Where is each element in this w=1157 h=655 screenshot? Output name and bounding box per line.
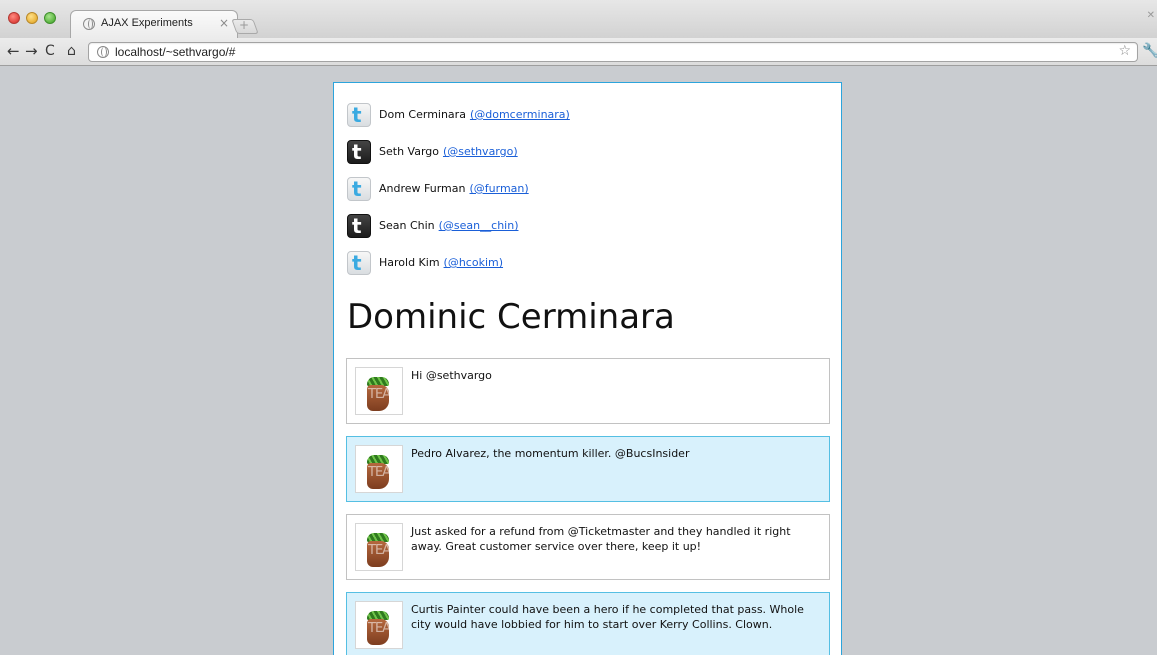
person-item: t Harold Kim (@hcokim): [347, 244, 570, 281]
tweet-text: Curtis Painter could have been a hero if…: [411, 603, 804, 631]
globe-icon: [83, 18, 95, 30]
forward-arrow-icon[interactable]: →: [25, 43, 38, 59]
fullscreen-icon[interactable]: ✕: [1147, 10, 1155, 21]
person-item: t Dom Cerminara (@domcerminara): [347, 96, 570, 133]
tweet-card: TEA Just asked for a refund from @Ticket…: [346, 514, 830, 580]
twitter-icon[interactable]: t: [347, 250, 371, 275]
avatar[interactable]: TEA: [355, 445, 403, 493]
people-list: t Dom Cerminara (@domcerminara) t Seth V…: [347, 96, 570, 281]
maximize-window-button[interactable]: [44, 12, 56, 24]
twitter-icon[interactable]: t: [347, 102, 371, 127]
person-name: Seth Vargo: [379, 145, 439, 158]
new-tab-plus-icon[interactable]: +: [239, 18, 249, 32]
tweet-card: TEA Curtis Painter could have been a her…: [346, 592, 830, 655]
close-window-button[interactable]: [8, 12, 20, 24]
person-name: Sean Chin: [379, 219, 435, 232]
person-item: t Sean Chin (@sean__chin): [347, 207, 570, 244]
avatar[interactable]: TEA: [355, 601, 403, 649]
twitter-icon[interactable]: t: [347, 176, 371, 201]
person-item: t Seth Vargo (@sethvargo): [347, 133, 570, 170]
page-container: t Dom Cerminara (@domcerminara) t Seth V…: [333, 82, 842, 655]
twitter-icon[interactable]: t: [347, 139, 371, 164]
person-name: Harold Kim: [379, 256, 440, 269]
profile-title: Dominic Cerminara: [347, 297, 675, 337]
person-name: Dom Cerminara: [379, 108, 466, 121]
bookmark-star-icon[interactable]: ☆: [1118, 43, 1131, 59]
browser-toolbar: ← → C ⌂ localhost/~sethvargo/# ☆: [0, 38, 1157, 66]
twitter-icon[interactable]: t: [347, 213, 371, 238]
reload-icon[interactable]: C: [45, 43, 55, 59]
tab-bar: AJAX Experiments × + ✕: [0, 0, 1157, 38]
back-arrow-icon[interactable]: ←: [7, 43, 20, 59]
person-name: Andrew Furman: [379, 182, 466, 195]
tab-title: AJAX Experiments: [101, 17, 193, 29]
person-handle-link[interactable]: (@sethvargo): [443, 145, 518, 158]
tweet-card: TEA Hi @sethvargo: [346, 358, 830, 424]
tab-ajax-experiments[interactable]: AJAX Experiments ×: [70, 10, 238, 38]
home-icon[interactable]: ⌂: [67, 43, 76, 59]
tab-close-icon[interactable]: ×: [219, 16, 229, 30]
tweet-card: TEA Pedro Alvarez, the momentum killer. …: [346, 436, 830, 502]
address-bar[interactable]: localhost/~sethvargo/# ☆: [88, 42, 1138, 62]
minimize-window-button[interactable]: [26, 12, 38, 24]
wrench-menu-icon[interactable]: 🔧: [1142, 43, 1157, 59]
person-handle-link[interactable]: (@domcerminara): [470, 108, 570, 121]
person-handle-link[interactable]: (@hcokim): [444, 256, 503, 269]
tweet-text: Hi @sethvargo: [411, 369, 492, 382]
address-url[interactable]: localhost/~sethvargo/#: [115, 45, 235, 59]
person-item: t Andrew Furman (@furman): [347, 170, 570, 207]
avatar[interactable]: TEA: [355, 367, 403, 415]
tweet-text: Just asked for a refund from @Ticketmast…: [411, 525, 791, 553]
page-globe-icon: [97, 46, 109, 58]
person-handle-link[interactable]: (@furman): [469, 182, 528, 195]
tweet-text: Pedro Alvarez, the momentum killer. @Buc…: [411, 447, 690, 460]
person-handle-link[interactable]: (@sean__chin): [439, 219, 519, 232]
avatar[interactable]: TEA: [355, 523, 403, 571]
